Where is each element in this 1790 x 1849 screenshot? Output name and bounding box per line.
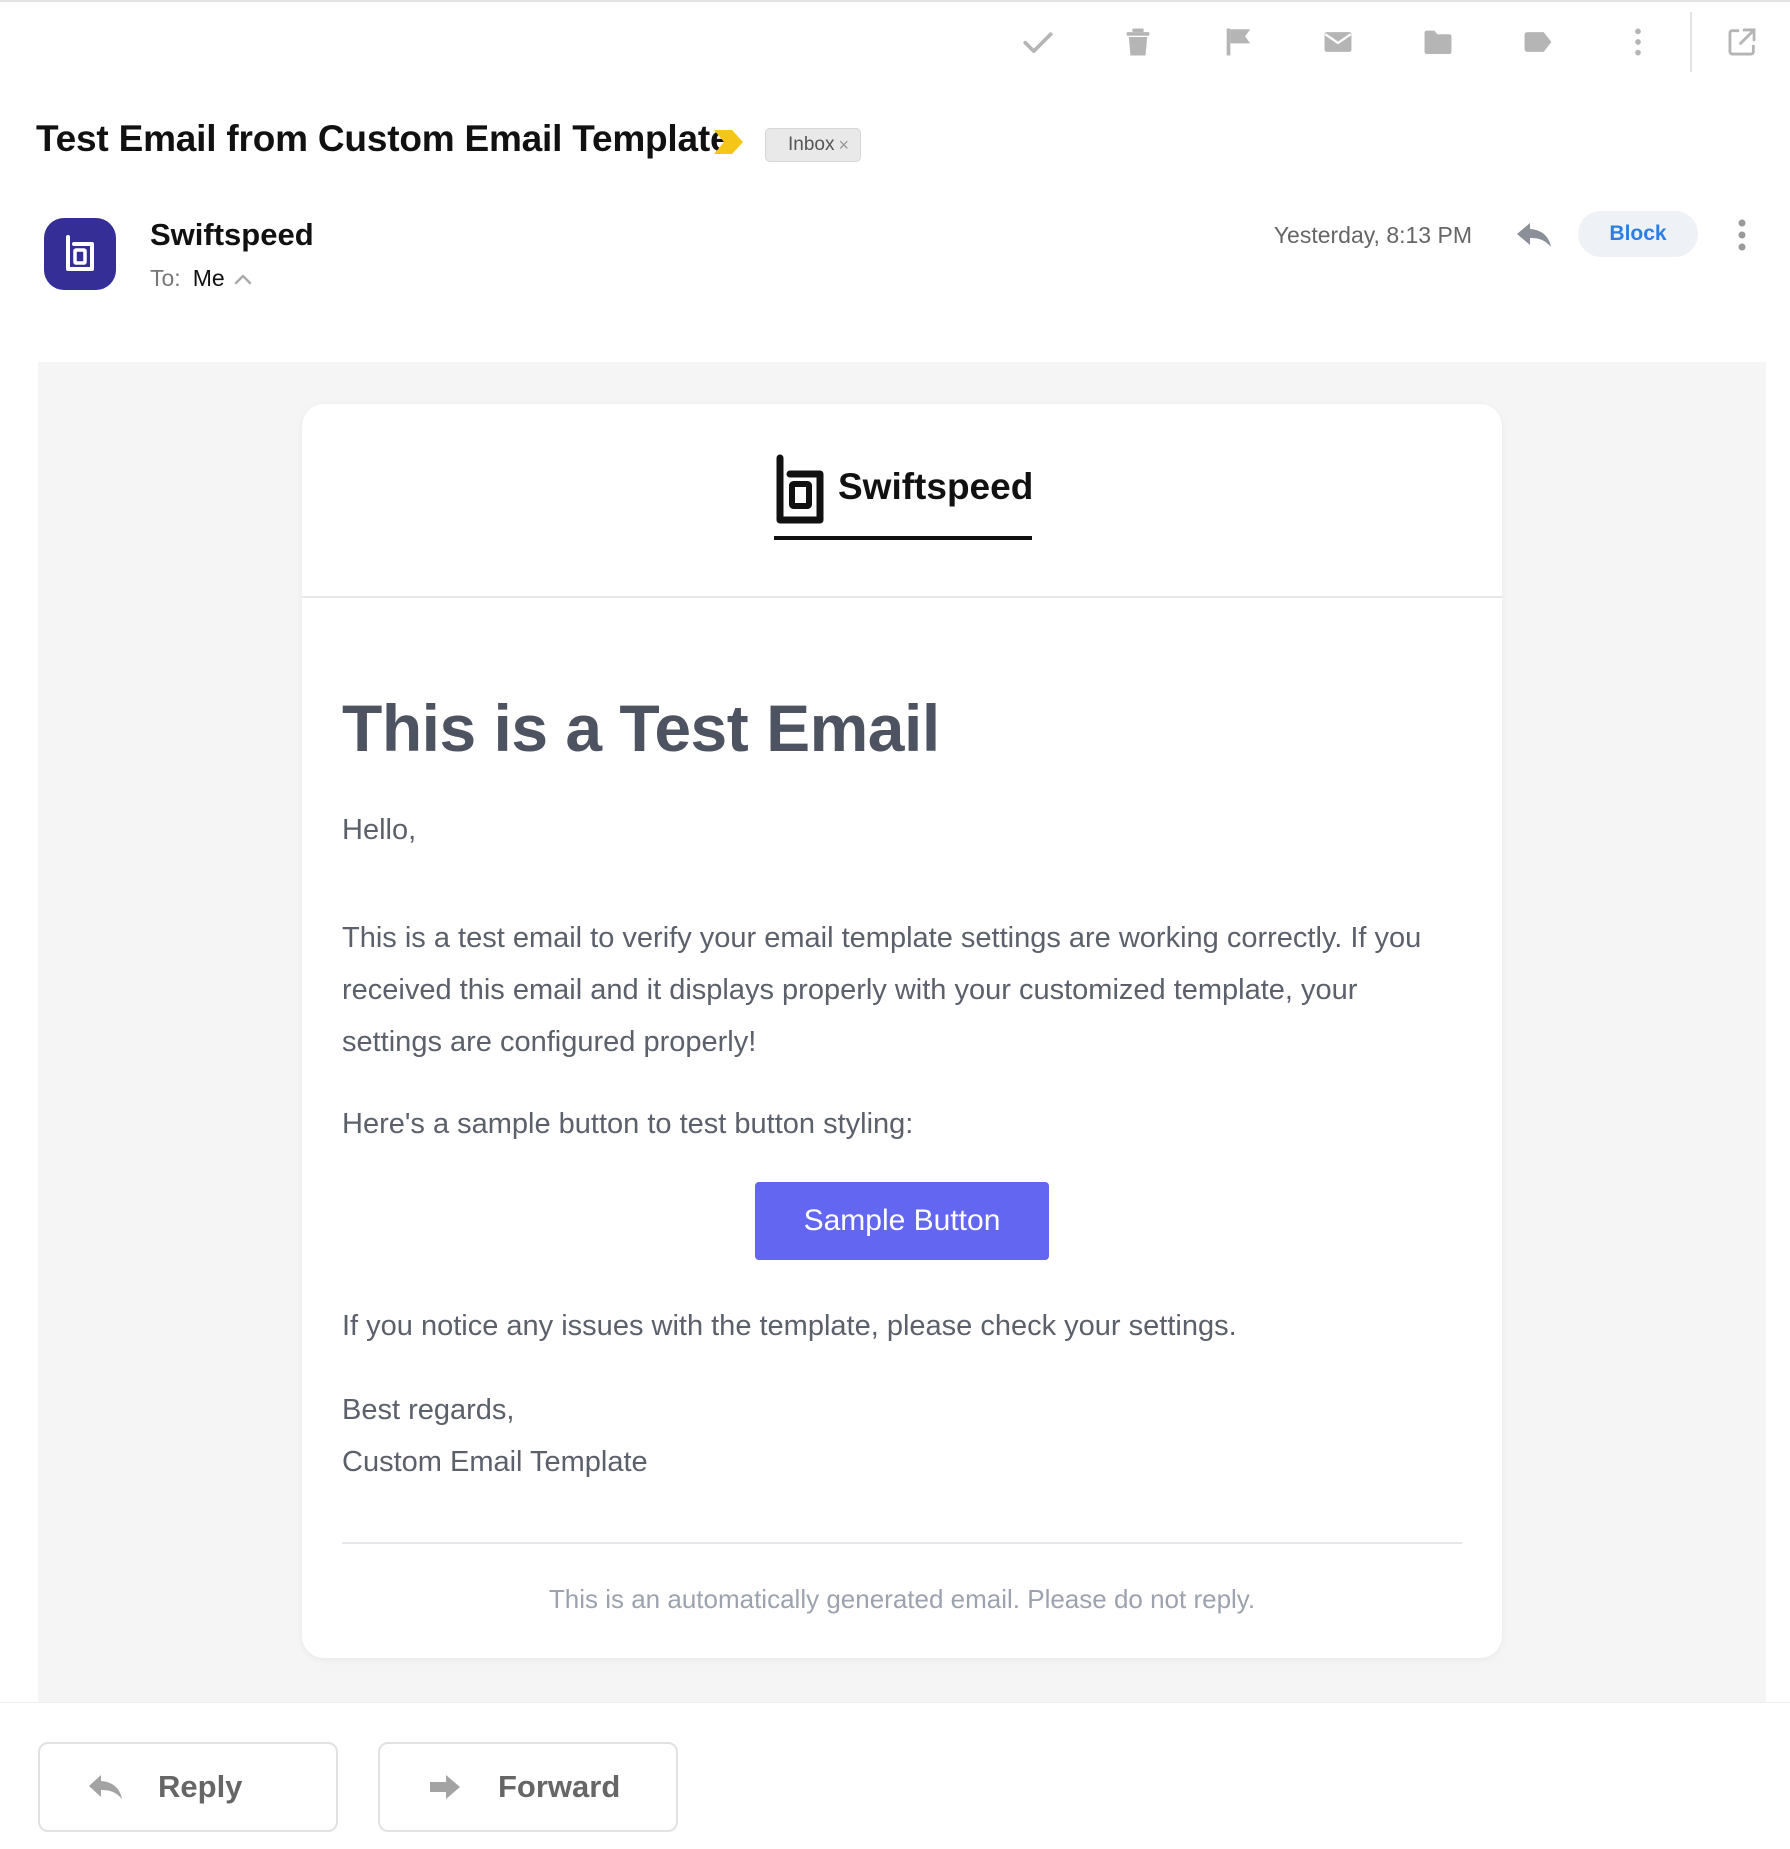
remove-label-icon[interactable]: ×: [838, 135, 849, 156]
notice-text: If you notice any issues with the templa…: [342, 1310, 1237, 1342]
open-external-icon[interactable]: [1722, 22, 1762, 62]
reply-icon: [89, 1775, 122, 1799]
label-chip-text: Inbox: [788, 134, 835, 155]
checkmark-icon[interactable]: [1018, 22, 1058, 62]
sender-name[interactable]: Swiftspeed: [150, 217, 314, 253]
importance-marker-icon[interactable]: [712, 127, 746, 157]
chevron-up-icon[interactable]: [233, 272, 253, 286]
swiftspeed-logo-icon: [66, 235, 94, 271]
swiftspeed-logo-icon: [776, 454, 824, 524]
sample-button[interactable]: Sample Button: [755, 1182, 1049, 1260]
footer-note: This is an automatically generated email…: [548, 1584, 1256, 1614]
email-timestamp: Yesterday, 8:13 PM: [1273, 222, 1472, 248]
folder-icon[interactable]: [1418, 22, 1458, 62]
reply-icon[interactable]: [1514, 218, 1554, 252]
footer-divider: [342, 1542, 1462, 1544]
toolbar-divider: [1690, 12, 1692, 72]
avatar: [44, 218, 116, 290]
email-header: Swiftspeed: [302, 404, 1502, 598]
reply-button[interactable]: Reply: [38, 1742, 338, 1832]
label-chip-inbox[interactable]: Inbox ×: [765, 128, 861, 162]
signature-text: Custom Email Template: [342, 1446, 648, 1478]
sample-intro-text: Here's a sample button to test button st…: [342, 1108, 914, 1140]
reply-label: Reply: [158, 1769, 243, 1804]
recipient-name[interactable]: Me: [193, 265, 225, 292]
more-vertical-icon[interactable]: [1618, 22, 1658, 62]
brand-underline: [774, 536, 1032, 540]
forward-label: Forward: [498, 1769, 621, 1804]
flag-icon[interactable]: [1218, 22, 1258, 62]
email-title: This is a Test Email: [342, 691, 940, 765]
brand-logo: Swiftspeed: [774, 454, 1034, 544]
to-label: To:: [150, 265, 181, 291]
email-greeting: Hello,: [342, 814, 417, 846]
email-subject: Test Email from Custom Email Template: [36, 118, 731, 159]
block-sender-button[interactable]: Block: [1578, 211, 1698, 257]
email-card: Swiftspeed This is a Test Email Hello, T…: [302, 404, 1502, 1658]
trash-icon[interactable]: [1118, 22, 1158, 62]
forward-button[interactable]: Forward: [378, 1742, 678, 1832]
email-body-text: This is a test email to verify your emai…: [342, 922, 1422, 1058]
top-border: [0, 0, 1790, 2]
envelope-icon[interactable]: [1318, 22, 1358, 62]
regards-text: Best regards,: [342, 1394, 515, 1426]
message-more-icon[interactable]: [1730, 216, 1754, 254]
forward-arrow-icon: [430, 1775, 460, 1799]
brand-name: Swiftspeed: [838, 466, 1034, 507]
label-icon[interactable]: [1518, 22, 1558, 62]
recipient-line: To: Me: [150, 265, 253, 292]
